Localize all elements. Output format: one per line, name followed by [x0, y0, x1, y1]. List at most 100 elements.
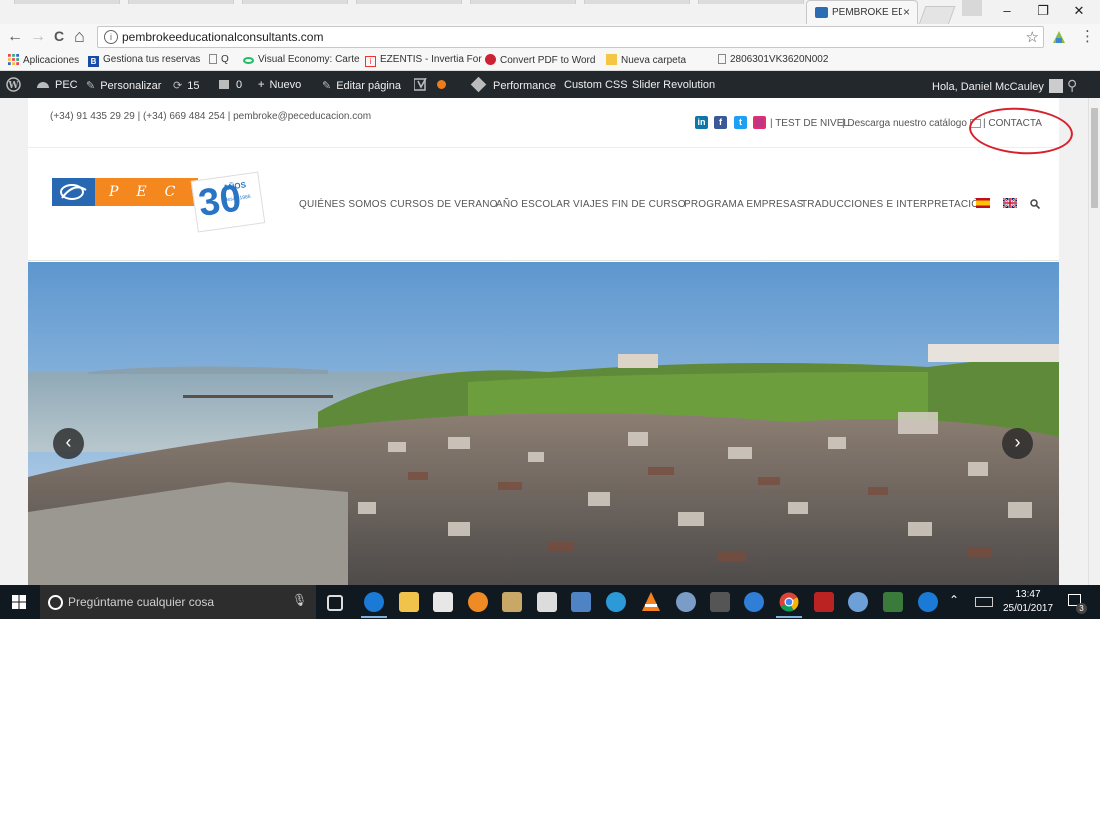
site-search-icon[interactable]	[1030, 199, 1040, 209]
page-icon	[718, 54, 726, 64]
internet-explorer-icon[interactable]	[744, 592, 764, 612]
nav-viajes-fin-curso[interactable]: VIAJES FIN DE CURSO	[573, 199, 686, 210]
twitter-icon[interactable]: t	[734, 116, 747, 129]
bookmark-label: EZENTIS - Invertia For	[380, 54, 482, 65]
wp-account[interactable]: Hola, Daniel McCauley	[932, 79, 1063, 93]
reload-button[interactable]: C	[54, 28, 64, 44]
eye-icon	[243, 57, 254, 64]
keyboard-icon[interactable]	[975, 597, 993, 607]
profile-icon[interactable]	[962, 0, 982, 16]
microphone-icon[interactable]: 🎙	[292, 593, 307, 607]
linkedin-icon[interactable]: in	[695, 116, 708, 129]
background-tab[interactable]	[356, 0, 462, 4]
scrollbar-thumb[interactable]	[1091, 108, 1098, 208]
background-tab[interactable]	[14, 0, 120, 4]
wp-edit-page[interactable]: ✎ Editar página	[322, 79, 401, 92]
wp-new[interactable]: + Nuevo	[258, 79, 301, 91]
wordpress-logo-icon[interactable]: W	[6, 77, 21, 92]
logo-mark	[52, 178, 95, 206]
bookmark-convert-pdf[interactable]: Convert PDF to Word	[485, 54, 595, 66]
hero-slider[interactable]: ‹ ›	[28, 262, 1059, 585]
cortana-search[interactable]: Pregúntame cualquier cosa 🎙	[40, 585, 316, 619]
new-tab-button[interactable]	[918, 6, 956, 25]
background-tab[interactable]	[470, 0, 576, 4]
tab-favicon-icon	[815, 7, 828, 18]
wp-search-icon[interactable]: ⚲	[1067, 77, 1077, 94]
slider-prev-button[interactable]: ‹	[53, 428, 84, 459]
wp-comments-count: 0	[236, 79, 243, 91]
help-icon[interactable]	[918, 592, 938, 612]
chrome-icon[interactable]	[779, 592, 799, 612]
system-clock[interactable]: 13:47 25/01/2017	[1000, 588, 1056, 616]
bookmark-nueva-carpeta[interactable]: Nueva carpeta	[606, 54, 686, 66]
excel-icon[interactable]	[883, 592, 903, 612]
edge-icon[interactable]	[364, 592, 384, 612]
background-tab[interactable]	[584, 0, 690, 4]
nav-programa-empresas[interactable]: PROGRAMA EMPRESAS	[684, 199, 804, 210]
catalogo-link[interactable]: | Descarga nuestro catálogo	[842, 118, 967, 129]
flag-uk-icon[interactable]	[1003, 198, 1017, 208]
vlc-icon[interactable]	[641, 591, 661, 612]
nav-quienes-somos[interactable]: QUIÉNES SOMOS	[299, 199, 387, 210]
windows-start-icon[interactable]	[12, 595, 26, 609]
tab-close-icon[interactable]: ×	[903, 5, 910, 19]
bookmark-visual-economy[interactable]: Visual Economy: Carte	[243, 54, 360, 65]
chrome-menu-icon[interactable]: ⋮	[1080, 27, 1095, 45]
forward-button[interactable]: →	[30, 28, 46, 46]
clock-time: 13:47	[1015, 589, 1041, 600]
test-nivel-link[interactable]: | TEST DE NIVEL	[770, 118, 849, 129]
network-app-icon[interactable]	[848, 592, 868, 612]
address-bar[interactable]: i pembrokeeducationalconsultants.com ☆	[97, 26, 1044, 48]
bookmark-label: Aplicaciones	[23, 55, 80, 66]
wp-site-menu[interactable]: PEC	[36, 79, 78, 91]
facebook-icon[interactable]: f	[714, 116, 727, 129]
paint-icon[interactable]	[676, 592, 696, 612]
bookmark-star-icon[interactable]: ☆	[1026, 28, 1039, 46]
back-button[interactable]: ←	[7, 28, 23, 46]
seo-status-dot-icon	[437, 80, 446, 89]
app-icon[interactable]	[468, 592, 488, 612]
file-explorer-icon[interactable]	[399, 592, 419, 612]
page-scrollbar[interactable]	[1088, 98, 1100, 585]
flag-spain-icon[interactable]	[976, 198, 990, 208]
active-tab[interactable]: PEMBROKE EDU ×	[806, 0, 918, 24]
nav-ano-escolar[interactable]: AÑO ESCOLAR	[496, 199, 570, 210]
background-tab[interactable]	[128, 0, 234, 4]
bookmark-gestiona[interactable]: B Gestiona tus reservas	[88, 54, 200, 67]
photos-icon[interactable]	[571, 592, 591, 612]
filezilla-icon[interactable]	[814, 592, 834, 612]
minimize-button[interactable]: –	[997, 3, 1017, 18]
task-view-icon[interactable]	[327, 595, 343, 611]
pencil-icon: ✎	[322, 80, 332, 92]
wp-updates[interactable]: ⟳ 15	[173, 79, 199, 92]
extension-icon[interactable]	[1052, 30, 1066, 44]
wp-customize[interactable]: ✎ Personalizar	[86, 79, 161, 92]
instagram-icon[interactable]	[753, 116, 766, 129]
wp-custom-css[interactable]: Custom CSS	[564, 79, 628, 91]
screenshot-tool-icon[interactable]	[710, 592, 730, 612]
url-text[interactable]: pembrokeeducationalconsultants.com	[122, 30, 323, 44]
calculator-icon[interactable]	[537, 592, 557, 612]
nav-traducciones[interactable]: TRADUCCIONES E INTERPRETACIÓN	[801, 199, 987, 210]
slider-next-button[interactable]: ›	[1002, 428, 1033, 459]
bookmark-q[interactable]: Q	[209, 54, 229, 65]
bookmark-ezentis[interactable]: i EZENTIS - Invertia For	[365, 54, 482, 67]
bookmark-aplicaciones[interactable]: Aplicaciones	[8, 54, 79, 66]
home-button[interactable]: ⌂	[74, 26, 85, 47]
anniversary-word: AÑOS	[222, 180, 247, 193]
wp-slider-revolution[interactable]: Slider Revolution	[632, 79, 715, 91]
background-tab[interactable]	[242, 0, 348, 4]
wp-performance[interactable]: Performance	[470, 76, 556, 93]
teamviewer-icon[interactable]	[606, 592, 626, 612]
tray-chevron-icon[interactable]: ⌃	[949, 593, 959, 607]
wp-comments[interactable]: 0	[219, 79, 242, 91]
site-info-icon[interactable]: i	[104, 30, 118, 44]
bookmark-2806301[interactable]: 2806301VK3620N002	[718, 54, 828, 65]
yoast-icon[interactable]	[414, 78, 428, 91]
close-window-button[interactable]: ✕	[1069, 3, 1089, 19]
store-icon[interactable]	[433, 592, 453, 612]
restore-button[interactable]: ❐	[1033, 3, 1053, 19]
background-tab[interactable]	[698, 0, 804, 4]
nav-cursos-verano[interactable]: CURSOS DE VERANO	[390, 199, 498, 210]
archive-icon[interactable]	[502, 592, 522, 612]
